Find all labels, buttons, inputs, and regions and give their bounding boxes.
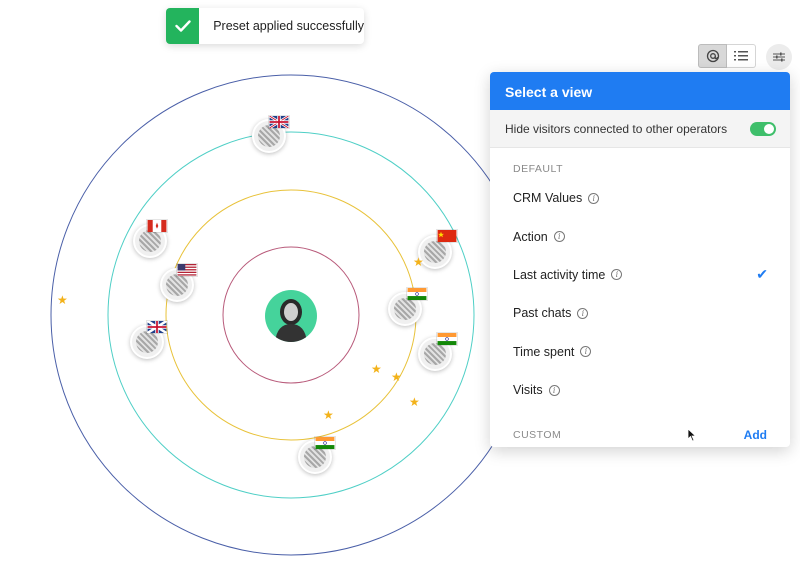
agent-photo-icon bbox=[275, 299, 307, 342]
star-icon: ★ bbox=[323, 408, 334, 422]
usa-flag-icon bbox=[176, 263, 198, 277]
info-icon[interactable]: i bbox=[548, 384, 560, 396]
option-crm-values[interactable]: CRM Values i bbox=[490, 179, 790, 217]
sliders-icon bbox=[773, 52, 785, 62]
success-toast: Preset applied successfully bbox=[166, 8, 364, 44]
hide-visitors-toggle[interactable] bbox=[750, 121, 776, 136]
option-visits[interactable]: Visits i bbox=[490, 371, 790, 409]
checkmark-icon: ✔ bbox=[756, 266, 768, 283]
india-flag-icon bbox=[314, 436, 336, 450]
agent-avatar[interactable] bbox=[265, 290, 317, 342]
option-action[interactable]: Action i bbox=[490, 217, 790, 255]
star-icon: ★ bbox=[413, 255, 424, 269]
filter-button[interactable] bbox=[766, 44, 792, 70]
select-view-panel: Select a view Hide visitors connected to… bbox=[490, 72, 790, 447]
india-flag-icon bbox=[436, 332, 458, 346]
info-icon[interactable]: i bbox=[588, 192, 600, 204]
star-icon: ★ bbox=[391, 370, 402, 384]
india-flag-icon bbox=[406, 287, 428, 301]
radar-view-button[interactable] bbox=[698, 44, 727, 68]
list-view-icon bbox=[734, 51, 748, 61]
toast-message: Preset applied successfully bbox=[213, 19, 364, 33]
mouse-cursor-icon bbox=[687, 428, 697, 442]
check-icon bbox=[166, 8, 200, 44]
canada-flag-icon bbox=[146, 219, 168, 233]
info-icon[interactable]: i bbox=[580, 346, 592, 358]
add-custom-link[interactable]: Add bbox=[744, 428, 767, 442]
panel-title: Select a view bbox=[490, 72, 790, 110]
view-options: CRM Values i Action i Last activity time i ✔… bbox=[490, 179, 790, 409]
list-view-button[interactable] bbox=[727, 44, 756, 68]
uk-flag-icon bbox=[146, 320, 168, 334]
custom-section-label: CUSTOM bbox=[513, 429, 562, 441]
custom-section: CUSTOM Add bbox=[490, 427, 790, 443]
star-icon: ★ bbox=[57, 293, 68, 307]
hide-visitors-label: Hide visitors connected to other operato… bbox=[505, 121, 728, 136]
option-last-activity-time[interactable]: Last activity time i ✔ bbox=[490, 256, 790, 294]
star-icon: ★ bbox=[371, 362, 382, 376]
radar-view-icon bbox=[706, 49, 719, 63]
star-icon: ★ bbox=[409, 395, 420, 409]
info-icon[interactable]: i bbox=[577, 307, 589, 319]
info-icon[interactable]: i bbox=[553, 231, 565, 243]
view-toggle bbox=[698, 44, 756, 68]
hide-visitors-row: Hide visitors connected to other operato… bbox=[490, 110, 790, 148]
uk-flag-icon bbox=[268, 115, 290, 129]
info-icon[interactable]: i bbox=[611, 269, 623, 281]
option-past-chats[interactable]: Past chats i bbox=[490, 294, 790, 332]
option-time-spent[interactable]: Time spent i bbox=[490, 333, 790, 371]
china-flag-icon bbox=[436, 229, 458, 243]
default-section-label: DEFAULT bbox=[513, 163, 563, 175]
